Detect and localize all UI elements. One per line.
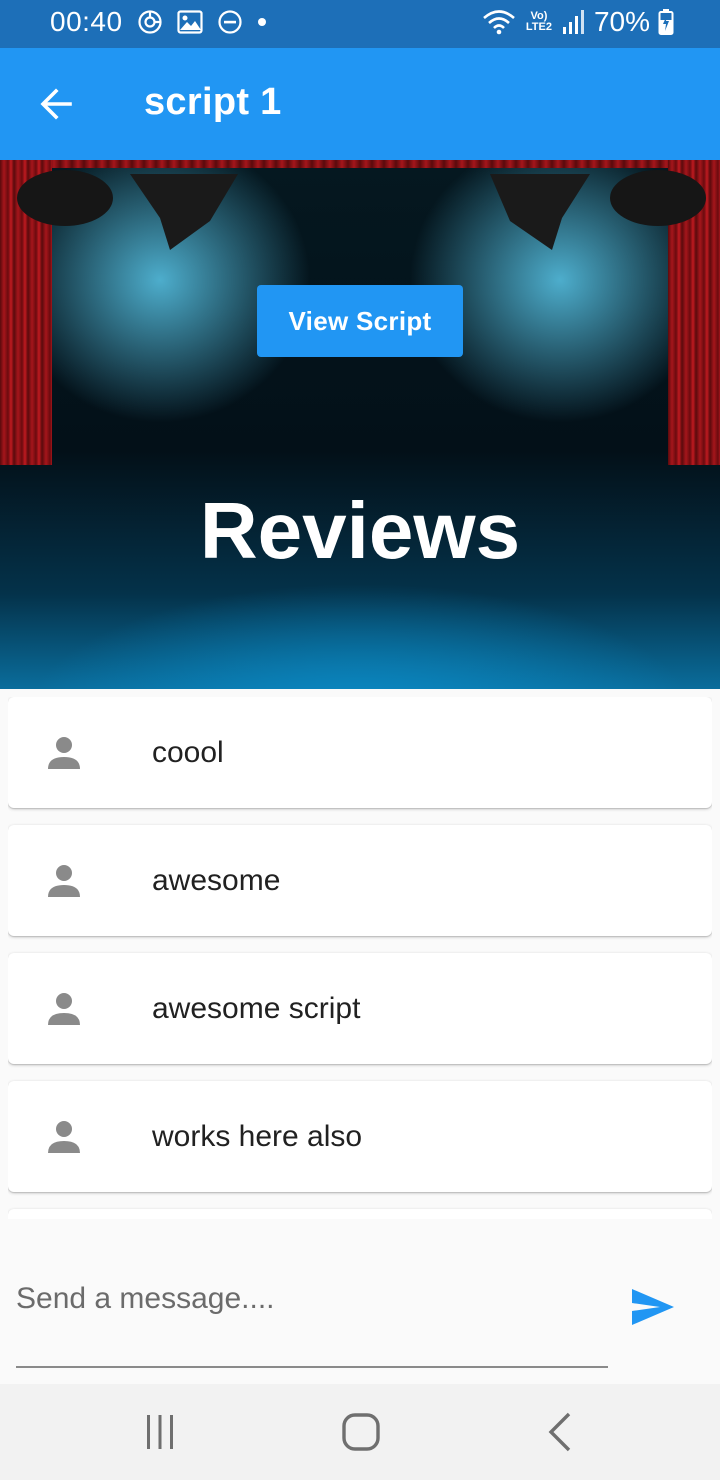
nav-back-button[interactable] (536, 1410, 584, 1454)
back-icon (548, 1412, 571, 1452)
review-text: coool (152, 736, 224, 769)
message-input[interactable] (16, 1277, 608, 1329)
person-icon (48, 1121, 80, 1153)
network-label: Vo) LTE2 (525, 10, 552, 33)
status-notification-icons (137, 9, 281, 35)
person-icon (48, 737, 80, 769)
sync-circle-icon (137, 9, 163, 35)
review-card: coool (8, 697, 712, 808)
wifi-icon (482, 8, 516, 36)
page-title: script 1 (144, 81, 282, 123)
review-text: awesome (152, 864, 281, 897)
review-list[interactable]: coool awesome awesome script works here … (8, 697, 712, 1219)
battery-charging-icon (658, 8, 674, 36)
status-left: 00:40 (50, 6, 281, 38)
arrow-back-icon (40, 88, 72, 120)
status-bar: 00:40 Vo) LTE2 70% (0, 0, 720, 48)
person-icon (48, 993, 80, 1025)
back-button[interactable] (28, 76, 84, 132)
spotlight-right-icon (490, 170, 706, 250)
do-not-disturb-icon (217, 9, 243, 35)
home-button[interactable] (337, 1410, 385, 1454)
notification-dot-icon (257, 17, 267, 27)
gallery-icon (176, 10, 203, 34)
spotlight-left-icon (17, 170, 238, 250)
review-text: awesome script (152, 992, 361, 1025)
home-icon (342, 1413, 380, 1451)
signal-icon (562, 9, 586, 35)
status-right: Vo) LTE2 70% (474, 6, 674, 38)
send-button[interactable] (630, 1287, 682, 1331)
view-script-button[interactable]: View Script (257, 285, 463, 357)
review-card-partial (8, 1209, 712, 1219)
recents-button[interactable] (136, 1410, 184, 1454)
input-underline (16, 1366, 608, 1368)
battery-percent: 70% (593, 6, 650, 37)
reviews-heading: Reviews (199, 486, 521, 575)
review-card: awesome (8, 825, 712, 936)
status-time: 00:40 (50, 6, 123, 37)
send-icon (632, 1289, 674, 1325)
review-text: works here also (152, 1120, 363, 1153)
review-card: awesome script (8, 953, 712, 1064)
system-nav-bar (0, 1384, 720, 1480)
person-icon (48, 865, 80, 897)
review-card: works here also (8, 1081, 712, 1192)
recents-icon (147, 1415, 173, 1449)
hero-stage-image: View Script Reviews (0, 160, 720, 689)
app-bar: script 1 (0, 48, 720, 160)
message-composer (0, 1219, 720, 1384)
